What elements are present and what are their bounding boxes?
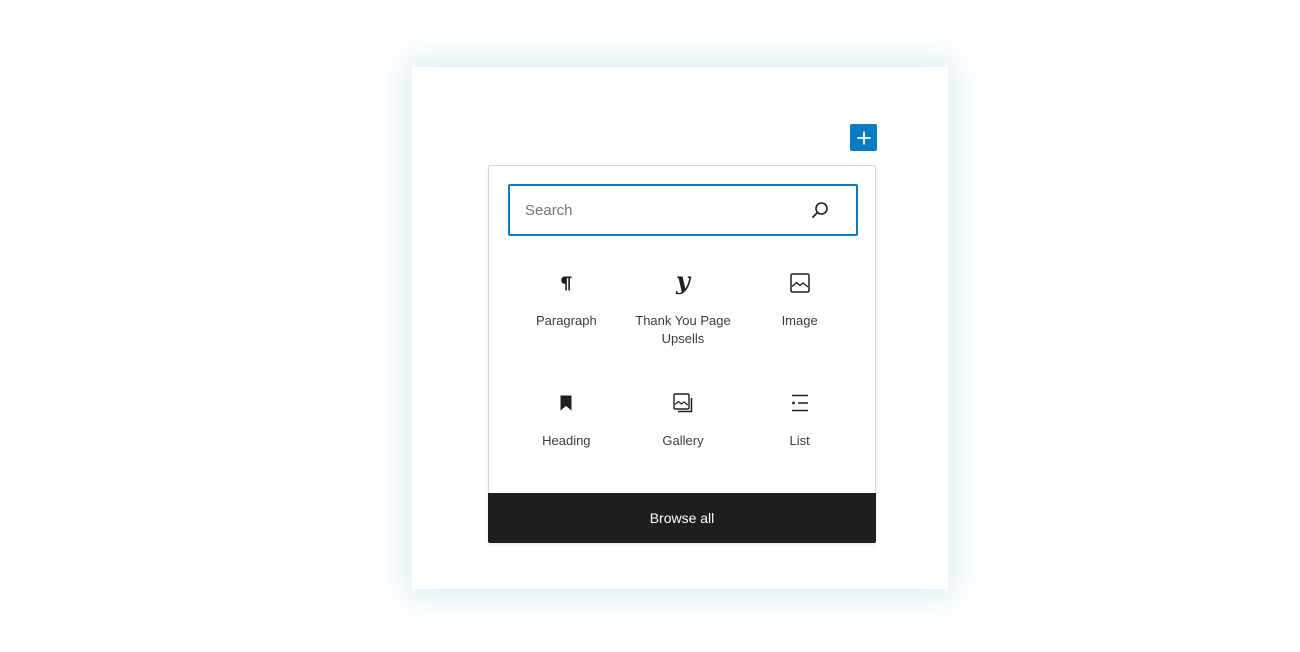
page: Paragraph y Thank You Page Upsells Ima (0, 0, 1300, 652)
plus-icon (857, 131, 870, 144)
block-label: Image (781, 313, 818, 328)
search-field[interactable] (508, 184, 858, 236)
block-item-thank-you-page-upsells[interactable]: y Thank You Page Upsells (625, 261, 742, 381)
paragraph-icon (554, 271, 578, 295)
block-item-heading[interactable]: Heading (508, 381, 625, 501)
gallery-icon (671, 391, 695, 415)
image-icon (788, 271, 812, 295)
block-item-image[interactable]: Image (741, 261, 858, 381)
bookmark-heading-icon (554, 391, 578, 415)
block-item-paragraph[interactable]: Paragraph (508, 261, 625, 381)
svg-text:y: y (675, 270, 692, 295)
block-list: Paragraph y Thank You Page Upsells Image… (508, 261, 858, 501)
list-icon (788, 391, 812, 415)
yoast-y-icon: y (671, 270, 695, 295)
add-block-button[interactable] (850, 124, 877, 151)
browse-all-button[interactable]: Browse all (488, 493, 876, 543)
block-label: List (789, 433, 810, 448)
block-label: Gallery (662, 433, 704, 448)
block-item-list[interactable]: List (741, 381, 858, 501)
search-icon[interactable] (808, 198, 832, 222)
block-item-gallery[interactable]: Gallery (625, 381, 742, 501)
search-input[interactable] (510, 186, 808, 234)
block-label: Paragraph (535, 313, 597, 328)
block-label: Thank You Page Upsells (635, 313, 731, 346)
block-inserter-popover: Paragraph y Thank You Page Upsells Ima (488, 165, 876, 543)
block-label: Heading (542, 433, 591, 448)
